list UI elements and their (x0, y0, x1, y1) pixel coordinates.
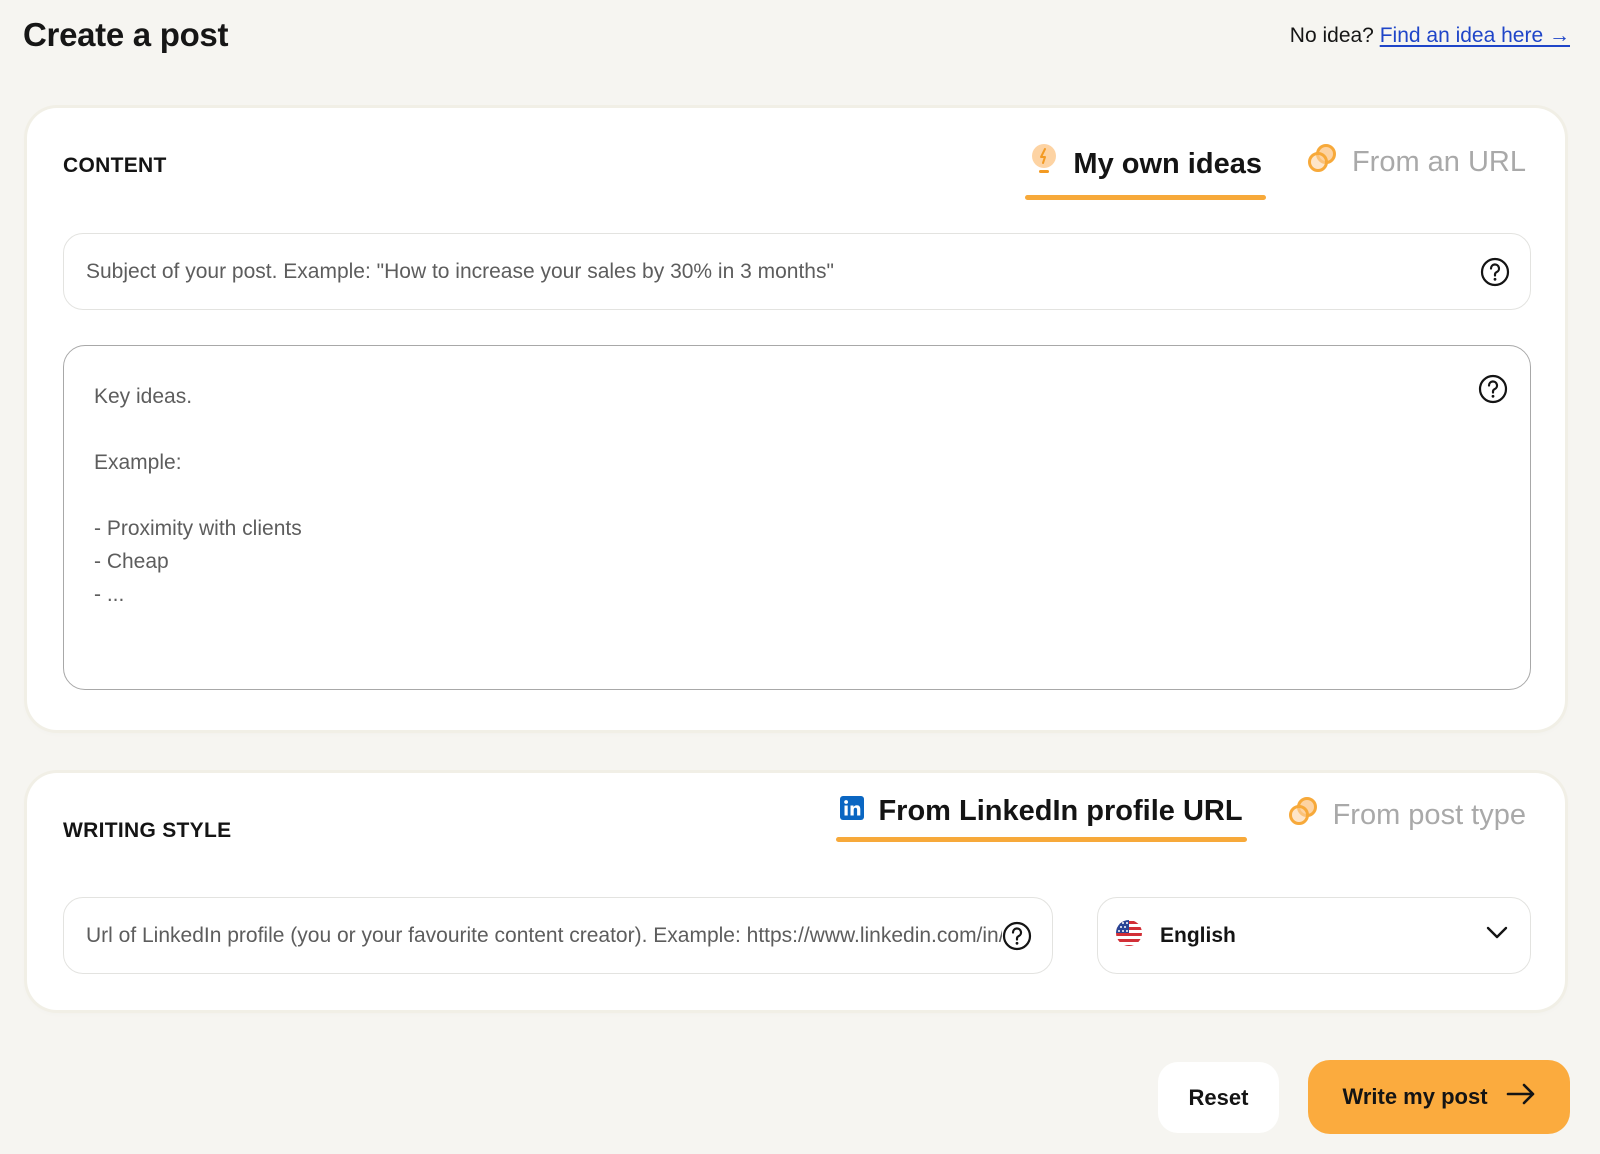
writing-style-card: WRITING STYLE From LinkedIn profile URL (27, 773, 1565, 1010)
subject-input[interactable] (86, 259, 1480, 284)
no-idea-text: No idea? (1289, 24, 1374, 47)
writing-style-section-label: WRITING STYLE (63, 819, 232, 842)
lightbulb-icon (1029, 142, 1059, 186)
write-my-post-button[interactable]: Write my post (1308, 1060, 1570, 1134)
tab-label: My own ideas (1073, 147, 1262, 180)
linkedin-url-input[interactable] (86, 923, 1002, 948)
reset-button[interactable]: Reset (1158, 1062, 1279, 1133)
language-select[interactable]: English (1097, 897, 1531, 974)
tab-label: From LinkedIn profile URL (878, 795, 1243, 827)
help-icon[interactable] (1480, 257, 1510, 287)
key-ideas-field (63, 345, 1531, 690)
arrow-right-icon (1506, 1083, 1536, 1111)
reset-label: Reset (1188, 1084, 1249, 1110)
linkedin-url-field (63, 897, 1053, 974)
subject-field (63, 233, 1531, 310)
writing-style-tabs: From LinkedIn profile URL From post type (836, 795, 1530, 849)
tab-from-linkedin-profile-url[interactable]: From LinkedIn profile URL (836, 795, 1247, 842)
tab-from-post-type[interactable]: From post type (1283, 795, 1530, 849)
linkedin-icon (840, 795, 865, 828)
language-selected-value: English (1160, 923, 1236, 947)
content-tabs: My own ideas From an URL (1025, 142, 1530, 200)
find-idea-prompt: No idea? Find an idea here → (1290, 24, 1570, 48)
write-label: Write my post (1342, 1084, 1488, 1109)
content-section-label: CONTENT (63, 154, 167, 177)
link-icon (1306, 142, 1338, 182)
tab-label: From post type (1332, 798, 1526, 831)
us-flag-icon (1115, 919, 1143, 952)
page-title: Create a post (23, 16, 229, 53)
link-icon (1287, 795, 1319, 835)
help-icon[interactable] (1478, 374, 1508, 404)
tab-label: From an URL (1351, 145, 1526, 178)
tab-my-own-ideas[interactable]: My own ideas (1025, 142, 1266, 200)
help-icon[interactable] (1002, 921, 1032, 951)
find-idea-link[interactable]: Find an idea here → (1380, 24, 1570, 47)
tab-from-an-url[interactable]: From an URL (1302, 142, 1530, 196)
chevron-down-icon (1486, 926, 1508, 945)
key-ideas-textarea[interactable] (94, 380, 1424, 670)
content-card: CONTENT My own ideas From an URL (27, 108, 1565, 730)
